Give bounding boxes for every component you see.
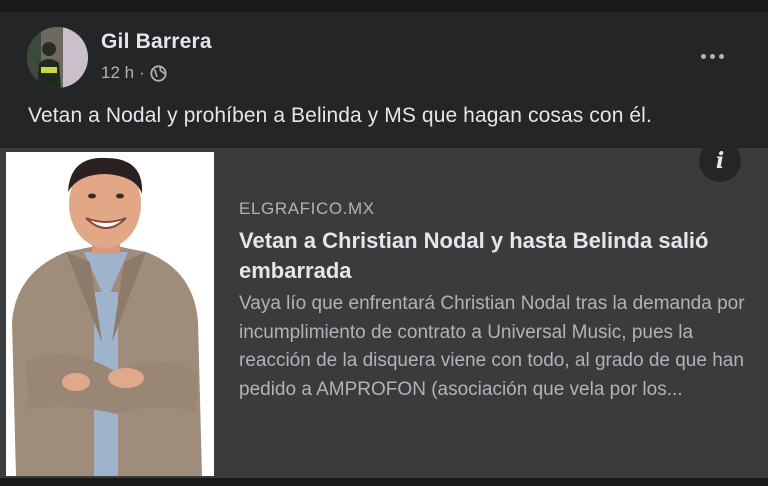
globe-icon[interactable]	[150, 64, 167, 82]
dot	[709, 53, 715, 59]
feed-gap	[0, 0, 768, 12]
author-name[interactable]: Gil Barrera	[101, 30, 212, 54]
facebook-post: Gil Barrera 12 h · Vetan a Nodal y prohí…	[0, 0, 768, 486]
more-options-icon[interactable]	[692, 44, 732, 68]
link-domain: ELGRAFICO.MX	[239, 199, 375, 218]
post-timestamp[interactable]: 12 h	[101, 63, 134, 83]
feed-gap	[0, 478, 768, 486]
man-in-suit-photo	[6, 152, 214, 476]
post-meta: 12 h ·	[101, 63, 167, 83]
avatar[interactable]	[27, 27, 88, 88]
dot	[718, 53, 724, 59]
dot	[700, 53, 706, 59]
info-glyph: i	[715, 148, 725, 174]
link-description: Vaya lío que enfrentará Christian Nodal …	[239, 293, 745, 400]
info-icon[interactable]: i	[699, 140, 741, 182]
link-headline[interactable]: Vetan a Christian Nodal y hasta Belinda …	[239, 226, 759, 286]
link-thumbnail[interactable]	[6, 152, 214, 476]
meta-separator: ·	[139, 63, 145, 82]
post-text: Vetan a Nodal y prohíben a Belinda y MS …	[28, 104, 652, 127]
avatar-image	[27, 27, 88, 88]
